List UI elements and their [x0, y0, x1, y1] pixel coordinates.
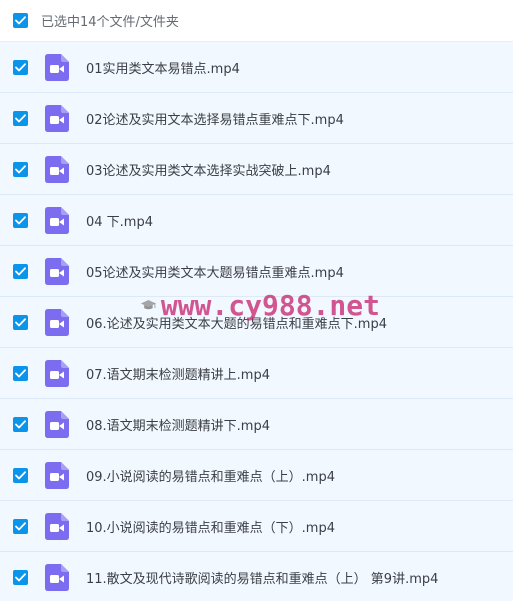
- video-file-icon: [45, 563, 69, 591]
- check-icon: [15, 419, 26, 428]
- file-name: 07.语文期末检测题精讲上.mp4: [86, 367, 270, 383]
- check-icon: [15, 470, 26, 479]
- file-name: 02论述及实用文本选择易错点重难点下.mp4: [86, 112, 344, 128]
- file-row[interactable]: 07.语文期末检测题精讲上.mp4: [0, 348, 513, 399]
- check-icon: [15, 113, 26, 122]
- video-file-icon: [45, 308, 69, 336]
- file-checkbox[interactable]: [13, 161, 28, 177]
- check-icon: [15, 16, 26, 25]
- video-file-icon: [45, 359, 69, 387]
- file-name: 06.论述及实用类文本大题的易错点和重难点下.mp4: [86, 316, 387, 332]
- file-checkbox[interactable]: [13, 416, 28, 432]
- check-icon: [15, 215, 26, 224]
- selection-count-label: 已选中14个文件/文件夹: [41, 15, 179, 30]
- file-row[interactable]: 09.小说阅读的易错点和重难点（上）.mp4: [0, 450, 513, 501]
- video-file-icon: [45, 104, 69, 132]
- video-file-icon: [45, 53, 69, 81]
- file-name: 03论述及实用类文本选择实战突破上.mp4: [86, 163, 331, 179]
- file-name: 09.小说阅读的易错点和重难点（上）.mp4: [86, 469, 335, 485]
- video-file-icon: [45, 410, 69, 438]
- file-name: 11.散文及现代诗歌阅读的易错点和重难点（上） 第9讲.mp4: [86, 571, 439, 587]
- file-row[interactable]: 05论述及实用类文本大题易错点重难点.mp4: [0, 246, 513, 297]
- file-checkbox[interactable]: [13, 314, 28, 330]
- file-checkbox[interactable]: [13, 569, 28, 585]
- file-row[interactable]: 04 下.mp4: [0, 195, 513, 246]
- select-all-checkbox[interactable]: [13, 13, 28, 28]
- check-icon: [15, 368, 26, 377]
- video-file-icon: [45, 461, 69, 489]
- file-checkbox[interactable]: [13, 110, 28, 126]
- file-checkbox[interactable]: [13, 365, 28, 381]
- video-file-icon: [45, 206, 69, 234]
- file-row[interactable]: 01实用类文本易错点.mp4: [0, 42, 513, 93]
- file-name: 04 下.mp4: [86, 214, 153, 230]
- file-name: 08.语文期末检测题精讲下.mp4: [86, 418, 270, 434]
- file-list: 01实用类文本易错点.mp4 02论述及实用文本选择易错点重难点下.mp4 03论述…: [0, 42, 513, 601]
- file-checkbox[interactable]: [13, 212, 28, 228]
- file-checkbox[interactable]: [13, 263, 28, 279]
- file-checkbox[interactable]: [13, 518, 28, 534]
- file-row[interactable]: 02论述及实用文本选择易错点重难点下.mp4: [0, 93, 513, 144]
- file-row[interactable]: 10.小说阅读的易错点和重难点（下）.mp4: [0, 501, 513, 552]
- check-icon: [15, 266, 26, 275]
- video-file-icon: [45, 155, 69, 183]
- video-file-icon: [45, 512, 69, 540]
- file-row[interactable]: 06.论述及实用类文本大题的易错点和重难点下.mp4: [0, 297, 513, 348]
- file-row[interactable]: 03论述及实用类文本选择实战突破上.mp4: [0, 144, 513, 195]
- selection-header: 已选中14个文件/文件夹: [0, 0, 513, 42]
- check-icon: [15, 164, 26, 173]
- check-icon: [15, 521, 26, 530]
- check-icon: [15, 62, 26, 71]
- file-row[interactable]: 08.语文期末检测题精讲下.mp4: [0, 399, 513, 450]
- file-checkbox[interactable]: [13, 467, 28, 483]
- file-name: 05论述及实用类文本大题易错点重难点.mp4: [86, 265, 344, 281]
- check-icon: [15, 317, 26, 326]
- video-file-icon: [45, 257, 69, 285]
- file-selection-page: 已选中14个文件/文件夹 01实用类文本易错点.mp4 02论述及实用文本选择易错…: [0, 0, 513, 601]
- file-name: 01实用类文本易错点.mp4: [86, 61, 240, 77]
- file-row[interactable]: 11.散文及现代诗歌阅读的易错点和重难点（上） 第9讲.mp4: [0, 552, 513, 601]
- file-checkbox[interactable]: [13, 59, 28, 75]
- file-name: 10.小说阅读的易错点和重难点（下）.mp4: [86, 520, 335, 536]
- check-icon: [15, 572, 26, 581]
